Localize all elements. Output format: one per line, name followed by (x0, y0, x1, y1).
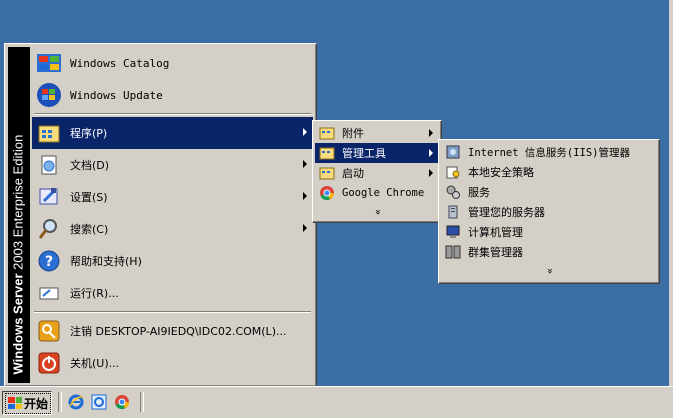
menu-item-label: Windows Catalog (70, 56, 170, 70)
folder-icon (319, 165, 335, 181)
manage-server-icon (445, 204, 461, 220)
search-icon (36, 216, 62, 242)
submenu-arrow-icon (303, 224, 307, 232)
menu-item-label: 注销 DESKTOP-AI9IEDQ\IDC02.COM(L)... (70, 325, 287, 338)
menu-item-help[interactable]: ? 帮助和支持(H) (32, 245, 313, 277)
submenu-item-label: 本地安全策略 (468, 166, 534, 179)
menu-item-shutdown[interactable]: 关机(U)... (32, 347, 313, 379)
folder-icon (319, 145, 335, 161)
menu-item-documents[interactable]: 文档(D) (32, 149, 313, 181)
window-frame-edge (669, 0, 673, 417)
start-menu-banner: Windows Server 2003 Enterprise Edition (8, 47, 30, 383)
ie-browser-icon[interactable] (91, 394, 107, 410)
help-icon: ? (36, 248, 62, 274)
svg-text:?: ? (45, 254, 53, 270)
submenu-item-label: 附件 (342, 127, 364, 140)
logoff-icon (36, 318, 62, 344)
submenu-item-label: 服务 (468, 186, 490, 199)
documents-icon (36, 152, 62, 178)
admin-tools-submenu: Internet 信息服务(IIS)管理器 本地安全策略 服务 管理您的服务器 … (438, 139, 660, 284)
start-menu: Windows Server 2003 Enterprise Edition W… (4, 43, 317, 387)
submenu-item-iis-manager[interactable]: Internet 信息服务(IIS)管理器 (441, 142, 657, 162)
submenu-item-label: 管理您的服务器 (468, 206, 545, 219)
expand-more-icon[interactable]: » (368, 150, 386, 274)
menu-separator (34, 311, 311, 313)
menu-item-run[interactable]: 运行(R)... (32, 277, 313, 309)
submenu-item-label: 群集管理器 (468, 246, 523, 259)
menu-item-logoff[interactable]: 注销 DESKTOP-AI9IEDQ\IDC02.COM(L)... (32, 315, 313, 347)
start-button-label: 开始 (24, 396, 49, 411)
services-icon (445, 184, 461, 200)
iis-icon (445, 144, 461, 160)
programs-icon (36, 120, 62, 146)
computer-management-icon (445, 224, 461, 240)
programs-submenu: 附件 管理工具 启动 Google Chrome » (312, 120, 442, 223)
quick-launch-grip[interactable] (58, 392, 62, 412)
submenu-arrow-icon (429, 149, 433, 157)
start-button[interactable]: 开始 (2, 391, 52, 415)
catalog-icon (36, 50, 62, 76)
security-policy-icon (445, 164, 461, 180)
taskbar: 开始 (0, 386, 673, 418)
submenu-arrow-icon (429, 129, 433, 137)
menu-item-label: 帮助和支持(H) (70, 255, 142, 268)
expand-more-icon[interactable]: » (540, 163, 558, 379)
banner-version: 2003 (10, 237, 26, 274)
shutdown-icon (36, 350, 62, 376)
menu-item-search[interactable]: 搜索(C) (32, 213, 313, 245)
menu-item-label: 搜索(C) (70, 223, 109, 236)
submenu-item-label: 计算机管理 (468, 226, 523, 239)
menu-item-label: 运行(R)... (70, 287, 119, 300)
submenu-item-accessories[interactable]: 附件 (315, 123, 439, 143)
menu-item-programs[interactable]: 程序(P) (32, 117, 313, 149)
settings-icon (36, 184, 62, 210)
cluster-manager-icon (445, 244, 461, 260)
submenu-item-label: 启动 (342, 167, 364, 180)
banner-edition: Enterprise Edition (10, 134, 26, 238)
menu-item-settings[interactable]: 设置(S) (32, 181, 313, 213)
menu-item-windows-update[interactable]: Windows Update (32, 79, 313, 111)
taskbar-separator (140, 392, 144, 412)
run-icon (36, 280, 62, 306)
menu-item-label: 关机(U)... (70, 357, 120, 370)
internet-explorer-icon[interactable] (68, 394, 84, 410)
menu-item-label: 设置(S) (70, 191, 108, 204)
folder-icon (319, 125, 335, 141)
windows-logo-icon (8, 397, 22, 409)
chrome-icon (319, 185, 335, 201)
menu-item-label: Windows Update (70, 88, 163, 102)
submenu-arrow-icon (429, 169, 433, 177)
windows-update-icon (36, 82, 62, 108)
submenu-item-label: Internet 信息服务(IIS)管理器 (468, 146, 631, 159)
menu-item-windows-catalog[interactable]: Windows Catalog (32, 47, 313, 79)
submenu-arrow-icon (303, 192, 307, 200)
menu-item-label: 程序(P) (70, 127, 108, 140)
submenu-arrow-icon (303, 128, 307, 136)
submenu-arrow-icon (303, 160, 307, 168)
banner-product: Windows Server (10, 273, 26, 375)
menu-separator (34, 113, 311, 115)
chrome-icon[interactable] (114, 394, 130, 410)
menu-item-label: 文档(D) (70, 159, 110, 172)
